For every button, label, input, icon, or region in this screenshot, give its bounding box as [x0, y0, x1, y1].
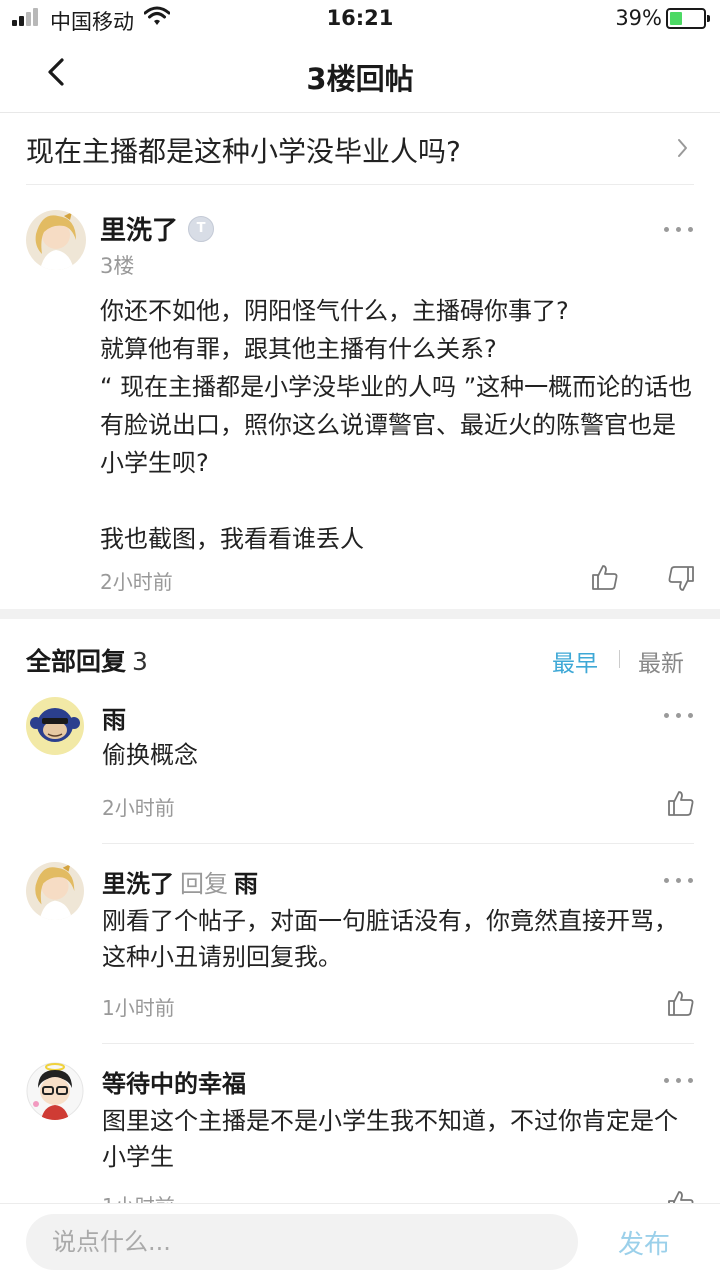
sort-divider [619, 650, 620, 668]
post-author-name[interactable]: 里洗了 [100, 210, 178, 247]
thread-link[interactable]: 现在主播都是这种小学没毕业人吗? [26, 112, 694, 185]
nav-bar: 3楼回帖 [0, 36, 720, 113]
replies-header: 全部回复 3 [26, 642, 148, 678]
reply-header: 里洗了 回复雨 [102, 864, 258, 899]
chevron-right-icon [678, 139, 687, 157]
status-time: 16:21 [326, 6, 394, 30]
more-icon[interactable] [664, 225, 694, 233]
reply-text: 偷换概念 [102, 741, 198, 769]
section-divider [0, 609, 720, 619]
avatar[interactable] [26, 697, 84, 755]
more-icon[interactable] [664, 1076, 694, 1084]
status-bar: 中国移动 16:21 39% [0, 0, 720, 36]
sort-earliest-tab[interactable]: 最早 [552, 644, 598, 678]
post-line: 就算他有罪，跟其他主播有什么关系? [100, 335, 497, 363]
reply-author-name[interactable]: 里洗了 [102, 870, 174, 898]
battery-percent: 39% [615, 6, 662, 30]
more-icon[interactable] [664, 711, 694, 719]
post-time: 2小时前 [100, 570, 173, 594]
post-line [100, 482, 694, 520]
send-button[interactable]: 发布 [618, 1224, 670, 1261]
thumbs-down-icon[interactable] [666, 564, 696, 594]
replies-count: 3 [132, 647, 148, 676]
battery-level [670, 12, 682, 25]
avatar[interactable] [26, 1062, 84, 1120]
comment-input[interactable] [26, 1214, 578, 1270]
reply-label: 回复 [180, 870, 228, 898]
sort-latest-tab[interactable]: 最新 [638, 644, 684, 678]
page-title: 3楼回帖 [306, 62, 414, 96]
thumbs-up-icon[interactable] [666, 988, 696, 1018]
thread-title: 现在主播都是这种小学没毕业人吗? [26, 135, 461, 168]
post-line: 我也截图，我看看谁丢人 [100, 525, 364, 553]
reply-divider [102, 843, 694, 844]
reply-text: 刚看了个帖子，对面一句脏话没有，你竟然直接开骂，这种小丑请别回复我。 [102, 907, 678, 971]
post-content: 你还不如他，阴阳怪气什么，主播碍你事了? 就算他有罪，跟其他主播有什么关系? “… [100, 292, 694, 558]
thumbs-up-icon[interactable] [590, 562, 620, 592]
level-badge-icon: T [188, 216, 214, 242]
avatar[interactable] [26, 210, 86, 270]
replies-title: 全部回复 [26, 647, 127, 676]
reply-time: 2小时前 [102, 796, 175, 820]
reply-text: 图里这个主播是不是小学生我不知道，不过你肯定是个小学生 [102, 1107, 678, 1171]
more-icon[interactable] [664, 876, 694, 884]
reply-to-name[interactable]: 雨 [234, 870, 258, 898]
reply-divider [102, 1043, 694, 1044]
thumbs-up-icon[interactable] [666, 788, 696, 818]
post-line: “ 现在主播都是小学没毕业的人吗 ”这种一概而论的话也有脸说出口，照你这么说谭警… [100, 373, 693, 477]
reply-time: 1小时前 [102, 996, 175, 1020]
reply-author-name[interactable]: 等待中的幸福 [102, 1064, 246, 1099]
reply-author-name[interactable]: 雨 [102, 700, 126, 735]
post-line: 你还不如他，阴阳怪气什么，主播碍你事了? [100, 297, 569, 325]
avatar[interactable] [26, 862, 84, 920]
battery-icon [666, 8, 710, 29]
post-floor: 3楼 [100, 254, 135, 278]
comment-bar: 发布 [0, 1203, 720, 1281]
